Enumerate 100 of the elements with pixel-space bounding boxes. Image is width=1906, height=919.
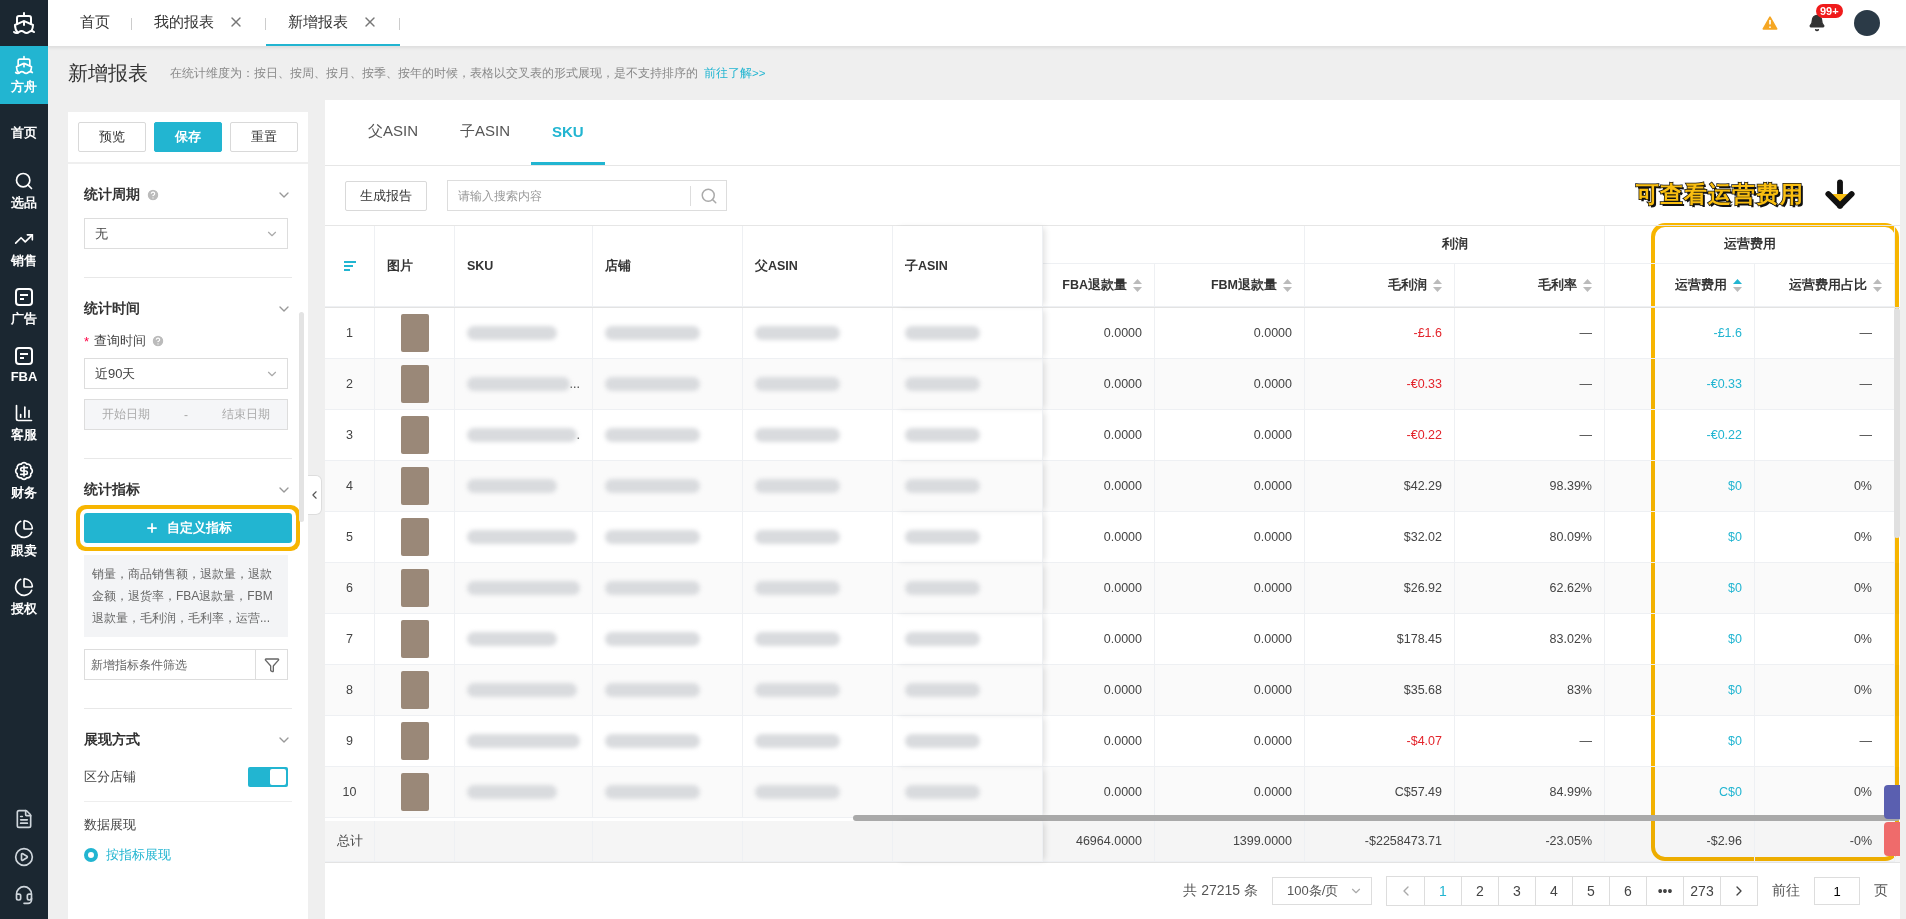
- column-header[interactable]: 运营费用: [1605, 264, 1755, 307]
- column-header[interactable]: FBA退款量: [1043, 264, 1155, 307]
- field-label: 数据展现: [84, 816, 136, 834]
- scrollbar[interactable]: [299, 312, 304, 522]
- photo-placeholder: [400, 467, 429, 505]
- sort-icon[interactable]: [1873, 278, 1882, 292]
- ellipsis: .: [576, 428, 580, 442]
- table-cell: $42.29: [1305, 461, 1455, 512]
- headset-icon[interactable]: [14, 885, 34, 905]
- period-select[interactable]: 无: [84, 218, 288, 249]
- plus-icon: [144, 521, 159, 535]
- table-cell: 0.0000: [1043, 614, 1155, 665]
- metric-filter-field[interactable]: 新增指标条件筛选: [84, 649, 288, 680]
- table-cell: 83%: [1455, 665, 1605, 716]
- table-cell: -£1.6: [1605, 308, 1755, 359]
- goto-label: 前往: [1772, 882, 1800, 900]
- table-cell: $178.45: [1305, 614, 1455, 665]
- sort-icon[interactable]: [1133, 278, 1142, 292]
- help-icon[interactable]: [151, 334, 166, 348]
- action-button[interactable]: 重置: [230, 122, 298, 152]
- generate-report-button[interactable]: 生成报告: [345, 180, 427, 211]
- bell-icon[interactable]: [1808, 14, 1826, 32]
- nav-icon: [14, 402, 34, 423]
- document-icon[interactable]: [14, 809, 34, 829]
- nav-item[interactable]: FBA: [0, 336, 48, 394]
- page-tab[interactable]: 新增报表: [266, 0, 400, 46]
- help-icon[interactable]: [146, 188, 160, 202]
- nav-icon: [14, 576, 34, 597]
- row-number: 2: [325, 359, 375, 410]
- table-cell: 0%: [1755, 665, 1895, 716]
- sort-icon[interactable]: [1283, 278, 1292, 292]
- photo-placeholder: [400, 620, 429, 658]
- row-number: 3: [325, 410, 375, 461]
- report-tab[interactable]: 子ASIN: [439, 100, 532, 165]
- table-cell: 0.0000: [1043, 308, 1155, 359]
- nav-item[interactable]: 跟卖: [0, 510, 48, 568]
- table-cell: —: [1755, 716, 1895, 767]
- search-field[interactable]: 请输入搜索内容: [447, 180, 727, 211]
- metrics-summary: 销量，商品销售额，退款量，退款金额，退货率，FBA退款量，FBM退款量，毛利润，毛利率，运营...: [84, 555, 288, 637]
- table-cell: -€0.33: [1605, 359, 1755, 410]
- search-icon[interactable]: [699, 186, 718, 205]
- page-tab[interactable]: 首页: [58, 0, 132, 46]
- time-select[interactable]: 近90天: [84, 358, 288, 389]
- table-cell: 0%: [1755, 614, 1895, 665]
- column-header[interactable]: 运营费用占比: [1755, 264, 1895, 307]
- nav-item[interactable]: 广告: [0, 278, 48, 336]
- row-number: 5: [325, 512, 375, 563]
- nav-item[interactable]: 财务: [0, 452, 48, 510]
- annotation-text: 可查看运营费用: [1636, 179, 1804, 209]
- nav-item[interactable]: 首页: [0, 104, 48, 162]
- avatar[interactable]: [1854, 10, 1880, 36]
- photo-placeholder: [400, 314, 429, 352]
- photo-placeholder: [400, 773, 429, 811]
- row-number: 9: [325, 716, 375, 767]
- report-tab[interactable]: 父ASIN: [347, 100, 439, 165]
- warning-icon[interactable]: [1760, 13, 1780, 33]
- list-icon[interactable]: [343, 261, 356, 271]
- total-cell: 1399.0000: [1155, 821, 1305, 862]
- nav-item[interactable]: 客服: [0, 394, 48, 452]
- column-header: 子ASIN: [893, 226, 1043, 307]
- table-cell: 0.0000: [1155, 614, 1305, 665]
- page-input[interactable]: 1: [1814, 877, 1860, 905]
- group-header: 利润: [1305, 226, 1605, 264]
- horizontal-scrollbar[interactable]: [853, 815, 1900, 821]
- store-toggle[interactable]: [248, 767, 288, 787]
- table-cell: 80.09%: [1455, 512, 1605, 563]
- page-tab[interactable]: 我的报表: [132, 0, 266, 46]
- table-cell: $0: [1605, 665, 1755, 716]
- table-cell: 0.0000: [1155, 716, 1305, 767]
- column-header: 父ASIN: [743, 226, 893, 307]
- nav-item[interactable]: 销售: [0, 220, 48, 278]
- table-cell: 0.0000: [1155, 359, 1305, 410]
- vertical-scrollbar[interactable]: [1894, 308, 1900, 538]
- table-cell: 0.0000: [1155, 308, 1305, 359]
- action-button[interactable]: 预览: [78, 122, 146, 152]
- column-header[interactable]: FBM退款量: [1155, 264, 1305, 307]
- column-header[interactable]: 毛利率: [1455, 264, 1605, 307]
- table-cell: 0.0000: [1155, 563, 1305, 614]
- nav-item[interactable]: 授权: [0, 568, 48, 626]
- table-cell: 0.0000: [1043, 716, 1155, 767]
- total-count: 共 27215 条: [1183, 882, 1258, 900]
- play-icon[interactable]: [14, 847, 34, 867]
- table-cell: $0: [1605, 716, 1755, 767]
- row-number: 7: [325, 614, 375, 665]
- sort-icon[interactable]: [1583, 278, 1592, 292]
- logo-icon[interactable]: [12, 11, 36, 35]
- section-title: 统计周期: [84, 186, 140, 204]
- sort-icon[interactable]: [1733, 278, 1742, 292]
- table-cell: 0.0000: [1043, 512, 1155, 563]
- table-cell: 0.0000: [1043, 461, 1155, 512]
- nav-icon: [14, 286, 34, 307]
- column-header[interactable]: 毛利润: [1305, 264, 1455, 307]
- nav-item[interactable]: 选品: [0, 162, 48, 220]
- page-size-select[interactable]: 100条/页: [1272, 877, 1372, 905]
- collapse-button[interactable]: [308, 475, 322, 515]
- table-cell: —: [1455, 359, 1605, 410]
- table-cell: 0.0000: [1043, 563, 1155, 614]
- sort-icon[interactable]: [1433, 278, 1442, 292]
- table-cell: 98.39%: [1455, 461, 1605, 512]
- total-cell: 46964.0000: [1043, 821, 1155, 862]
